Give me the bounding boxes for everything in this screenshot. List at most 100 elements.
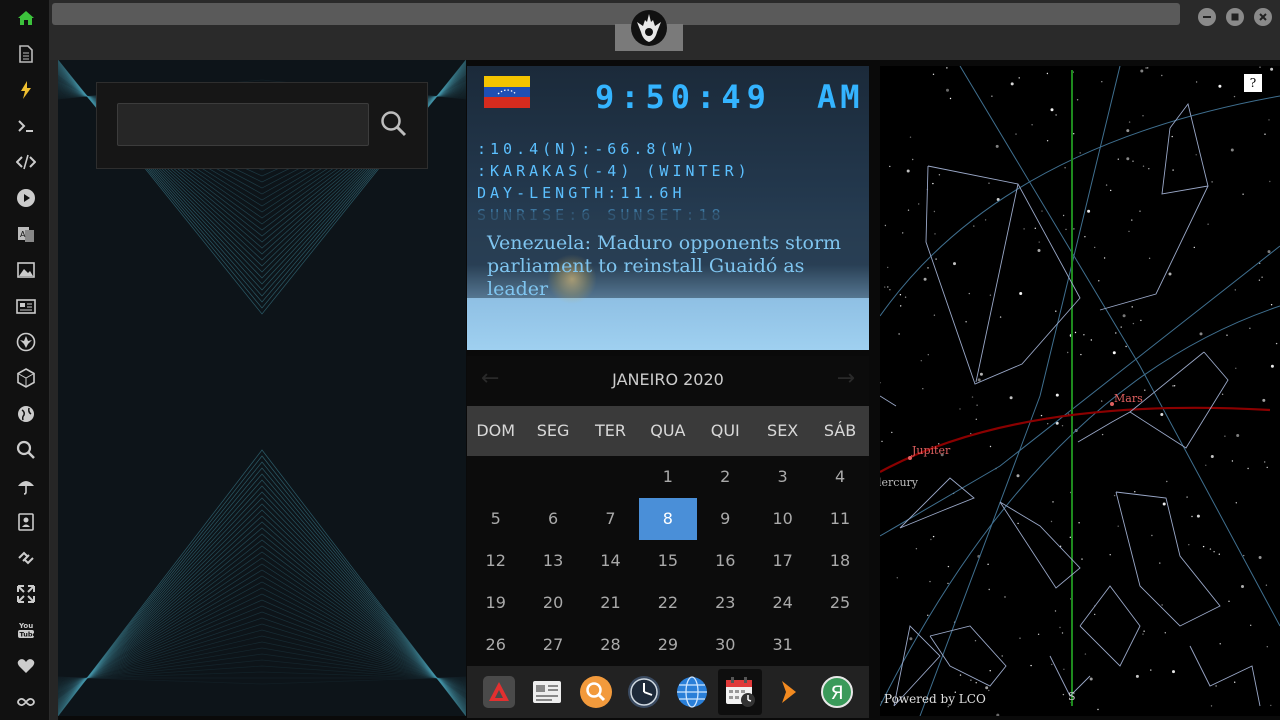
weekday-label: QUA [650, 421, 686, 440]
link-icon[interactable] [13, 545, 39, 571]
calendar-day[interactable]: 7 [582, 498, 639, 540]
calendar-day[interactable]: 13 [524, 540, 581, 582]
weekday-label: SEX [767, 421, 799, 440]
dock-app-ya[interactable]: Я [815, 669, 859, 715]
calendar-day[interactable]: 25 [811, 582, 868, 624]
calendar-day[interactable]: 15 [639, 540, 696, 582]
infinity-icon[interactable] [13, 689, 39, 715]
calendar-day[interactable]: 12 [467, 540, 524, 582]
dock-app-browser[interactable] [670, 669, 714, 715]
contacts-icon[interactable] [13, 509, 39, 535]
calendar-day[interactable]: 14 [582, 540, 639, 582]
horizon-marker: S [1068, 690, 1076, 703]
search-input[interactable] [117, 103, 369, 146]
dock-app-forward[interactable] [767, 669, 811, 715]
calendar-day[interactable]: 4 [811, 456, 868, 498]
document-icon[interactable] [13, 41, 39, 67]
close-button[interactable] [1254, 8, 1272, 26]
calendar-day[interactable]: 19 [467, 582, 524, 624]
ecliptic-line [880, 406, 1271, 473]
umbrella-icon[interactable] [13, 473, 39, 499]
powered-by-credit[interactable]: Powered by LCO [884, 692, 986, 706]
calendar-day[interactable]: 21 [582, 582, 639, 624]
calendar-day[interactable]: 17 [754, 540, 811, 582]
app-dock: Я [467, 666, 869, 718]
code-icon[interactable] [13, 149, 39, 175]
calendar-day[interactable]: 2 [697, 456, 754, 498]
play-icon[interactable] [13, 185, 39, 211]
calendar-day[interactable]: 16 [697, 540, 754, 582]
calendar-day[interactable]: 29 [639, 624, 696, 666]
globe-browser-icon [677, 676, 708, 708]
calendar-day[interactable]: 6 [524, 498, 581, 540]
calendar-day[interactable]: 24 [754, 582, 811, 624]
calendar-day[interactable]: 18 [811, 540, 868, 582]
calendar-day[interactable]: 3 [754, 456, 811, 498]
newspaper-icon[interactable] [13, 293, 39, 319]
search-icon[interactable] [13, 437, 39, 463]
calendar-day[interactable]: 26 [467, 624, 524, 666]
calendar-day[interactable]: 10 [754, 498, 811, 540]
hexagon-icon[interactable] [13, 365, 39, 391]
image-icon[interactable] [13, 257, 39, 283]
search-button[interactable] [377, 105, 411, 143]
maximize-icon [1231, 13, 1239, 21]
youtube-icon[interactable]: You Tube [13, 617, 39, 643]
dock-app-red-triangle[interactable] [477, 669, 521, 715]
calendar-day[interactable]: 11 [811, 498, 868, 540]
dock-app-calendar[interactable] [718, 669, 763, 715]
sky-map[interactable]: Mars Jupiter lercury S ? Powered by LCO [880, 66, 1280, 716]
calendar-day[interactable]: 31 [754, 624, 811, 666]
dock-app-search[interactable] [574, 669, 618, 715]
address-bar[interactable] [52, 3, 1180, 25]
calendar-day[interactable]: 1 [639, 456, 696, 498]
sky-map-canvas: Mars Jupiter lercury S [880, 66, 1280, 716]
orange-arrow-icon [781, 681, 796, 703]
calendar-day[interactable]: 23 [697, 582, 754, 624]
calendar-day-today[interactable]: 8 [639, 498, 697, 540]
calendar-day[interactable] [524, 456, 581, 498]
weekday-label: QUI [710, 421, 740, 440]
calendar-day[interactable] [467, 456, 524, 498]
help-button[interactable]: ? [1244, 74, 1262, 92]
calendar-month-title[interactable]: JANEIRO 2020 [612, 370, 724, 389]
green-ya-icon: Я [820, 676, 853, 708]
news-headline[interactable]: Venezuela: Maduro opponents storm parlia… [487, 232, 862, 301]
news-reader-icon [533, 681, 562, 703]
calendar-day[interactable] [582, 456, 639, 498]
terminal-icon[interactable] [13, 113, 39, 139]
globe-icon[interactable] [13, 401, 39, 427]
search-box [96, 82, 428, 169]
calendar-day[interactable]: 28 [582, 624, 639, 666]
minimize-button[interactable] [1198, 8, 1216, 26]
calendar-day[interactable]: 27 [524, 624, 581, 666]
lightning-icon[interactable] [13, 77, 39, 103]
translate-icon[interactable]: A [13, 221, 39, 247]
hour-line [919, 66, 1121, 716]
top-bar [50, 0, 1280, 60]
calendar-day[interactable]: 9 [697, 498, 754, 540]
expand-icon[interactable] [13, 581, 39, 607]
calendar-day[interactable]: 5 [467, 498, 524, 540]
svg-text:You: You [18, 622, 33, 630]
calendar-day[interactable] [811, 624, 868, 666]
wallpaper-panel [58, 60, 466, 716]
heart-icon[interactable] [13, 653, 39, 679]
rebel-emblem-icon[interactable] [13, 329, 39, 355]
logo-tab[interactable] [615, 10, 683, 51]
minimize-icon [1203, 16, 1211, 18]
calendar-day[interactable]: 22 [639, 582, 696, 624]
calendar-prev-button[interactable]: ← [481, 366, 499, 391]
left-sidebar: A You Tube [0, 0, 50, 720]
calendar-next-button[interactable]: → [837, 366, 855, 391]
calendar-day[interactable]: 20 [524, 582, 581, 624]
dock-app-news-reader[interactable] [525, 669, 569, 715]
dock-app-clock[interactable] [622, 669, 666, 715]
home-icon[interactable] [13, 5, 39, 31]
world-clock-widget: 9:50:49 AM :10.4(N):-66.8(W) :KARAKAS(-4… [467, 66, 869, 350]
calendar-day[interactable]: 30 [697, 624, 754, 666]
maximize-button[interactable] [1226, 8, 1244, 26]
calendar-clock-icon [726, 677, 756, 707]
calendar-header: ← JANEIRO 2020 → [467, 356, 869, 402]
calendar-week: 12 13 14 15 16 17 18 [467, 540, 869, 582]
